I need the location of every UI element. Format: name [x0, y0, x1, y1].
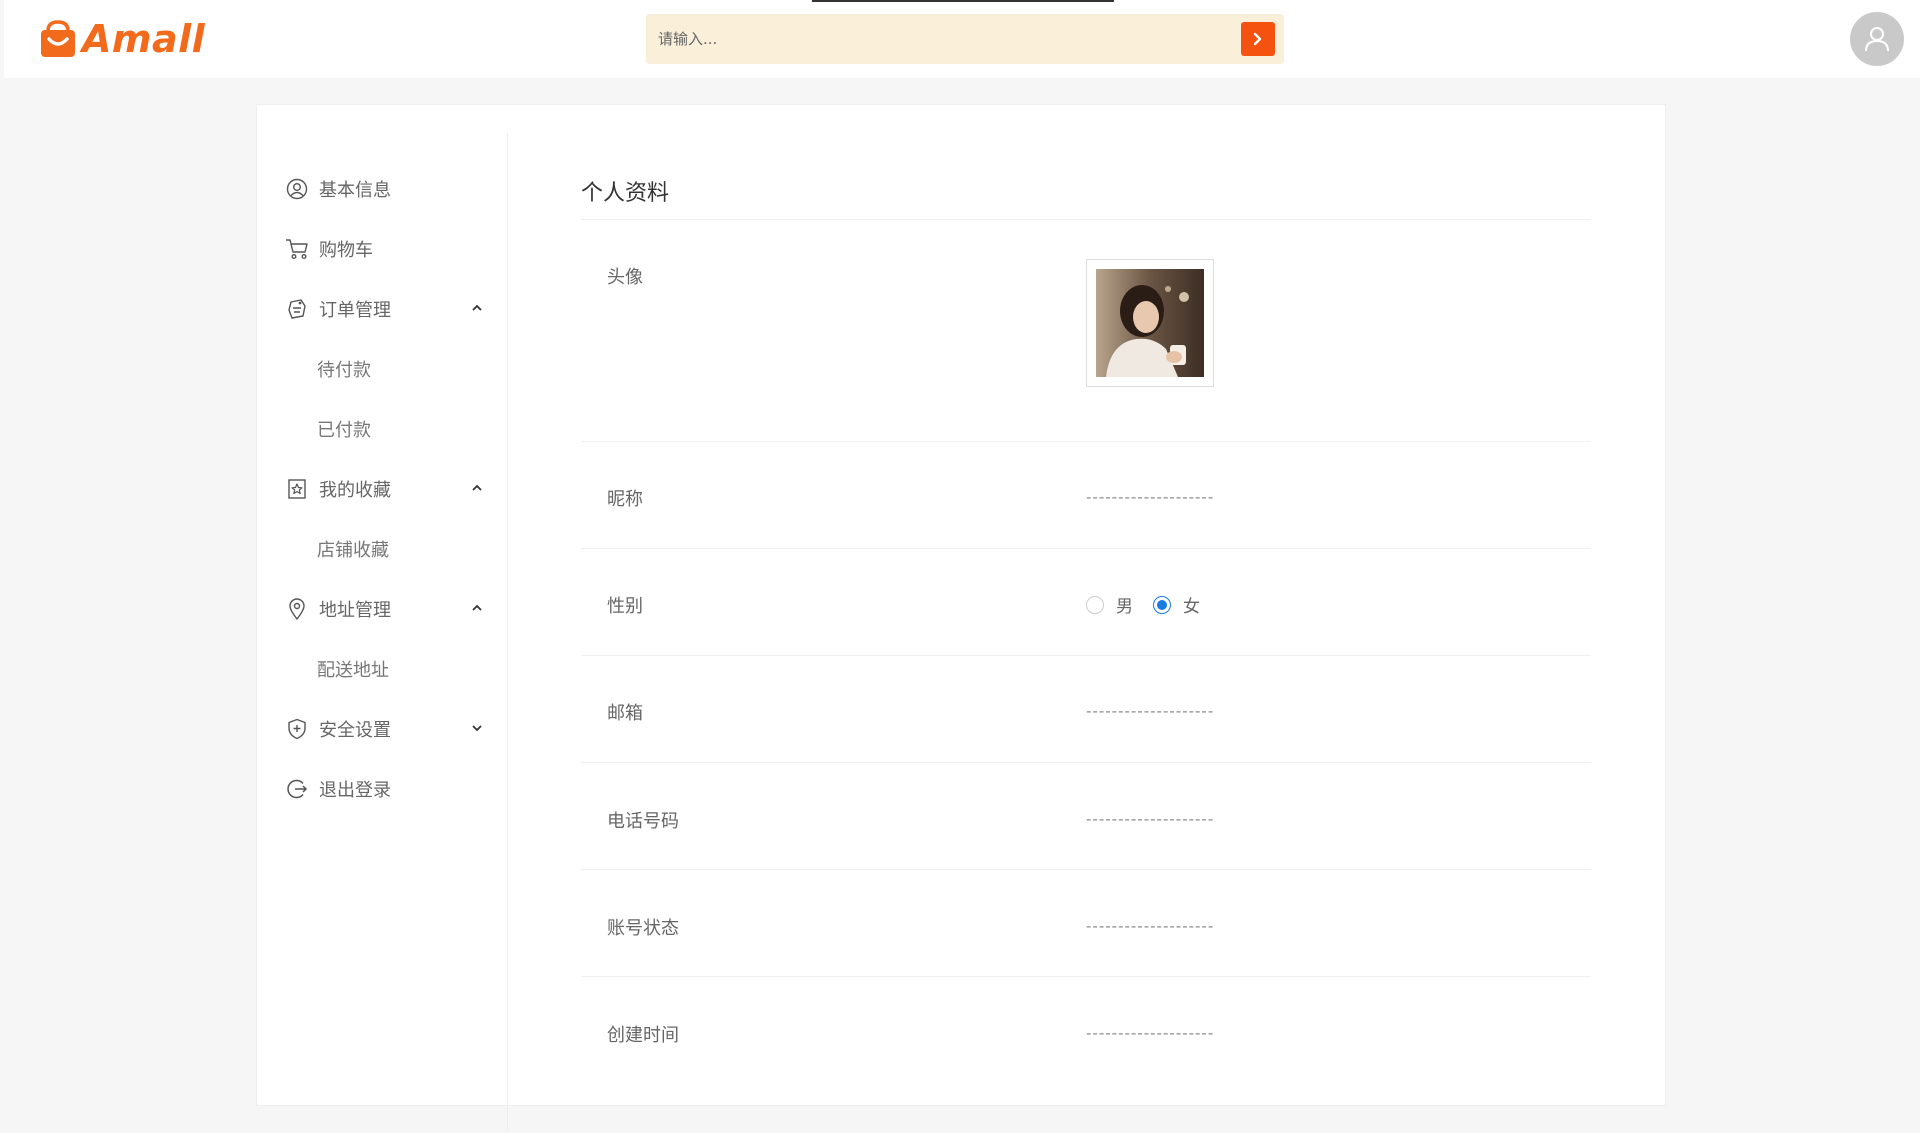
profile-photo [1096, 269, 1204, 377]
avatar-label: 头像 [607, 267, 643, 288]
divider [581, 762, 1591, 763]
sidebar-item-label: 退出登录 [319, 780, 391, 801]
location-pin-icon [285, 597, 309, 621]
chevron-down-icon [472, 725, 482, 732]
sidebar-item-label: 我的收藏 [319, 480, 391, 501]
logo[interactable]: Amall [38, 17, 205, 61]
shield-icon [285, 717, 309, 741]
user-circle-icon [285, 177, 309, 201]
gender-label: 性别 [607, 596, 643, 617]
phone-value: -------------------- [1086, 810, 1215, 828]
radio-unchecked-icon [1086, 595, 1104, 614]
nickname-label: 昵称 [607, 489, 643, 510]
divider [581, 548, 1591, 549]
sidebar-item-label: 安全设置 [319, 720, 391, 741]
chevron-up-icon [472, 484, 482, 491]
avatar-upload[interactable] [1086, 259, 1214, 387]
sidebar-item-favorites[interactable]: 我的收藏 [285, 469, 485, 509]
page-title: 个人资料 [581, 181, 670, 206]
top-divider [812, 0, 1114, 2]
divider [581, 219, 1591, 220]
gender-male-radio[interactable]: 男 [1086, 592, 1133, 617]
sidebar-item-logout[interactable]: 退出登录 [285, 769, 485, 809]
search-input[interactable] [646, 14, 1226, 64]
order-icon [285, 297, 309, 321]
divider [581, 441, 1591, 442]
top-navbar: Amall [4, 0, 1920, 78]
account-status-label: 账号状态 [607, 918, 679, 939]
sidebar-item-basic-info[interactable]: 基本信息 [285, 169, 485, 209]
radio-checked-icon [1153, 595, 1171, 614]
search-button[interactable] [1241, 22, 1275, 56]
user-icon [1865, 27, 1889, 52]
sidebar-subitem-shop-favorites[interactable]: 店铺收藏 [317, 529, 477, 569]
sidebar-item-label: 购物车 [319, 240, 373, 261]
sidebar-item-cart[interactable]: 购物车 [285, 229, 485, 269]
created-time-value: -------------------- [1086, 1024, 1215, 1042]
sidebar-item-label: 基本信息 [319, 180, 391, 201]
email-label: 邮箱 [607, 703, 643, 724]
account-card: 基本信息 购物车 订单管理 待付款 已付款 我的收藏 店铺收藏 地址管理 配送地… [256, 104, 1666, 1133]
chevron-right-icon [1253, 32, 1262, 46]
logo-text: Amall [82, 17, 206, 61]
chevron-up-icon [472, 304, 482, 311]
sidebar-subitem-pending-payment[interactable]: 待付款 [317, 349, 477, 389]
sidebar-item-address[interactable]: 地址管理 [285, 589, 485, 629]
search-bar [646, 14, 1284, 64]
radio-label: 男 [1116, 597, 1133, 617]
created-time-label: 创建时间 [607, 1025, 679, 1046]
sidebar-subitem-paid[interactable]: 已付款 [317, 409, 477, 449]
radio-label: 女 [1183, 597, 1200, 617]
sidebar-item-orders[interactable]: 订单管理 [285, 289, 485, 329]
gender-radio-group: 男 女 [1086, 592, 1220, 617]
divider [581, 655, 1591, 656]
chevron-up-icon [472, 604, 482, 611]
nickname-value: -------------------- [1086, 488, 1215, 506]
divider [581, 869, 1591, 870]
logout-icon [285, 777, 309, 801]
user-avatar-button[interactable] [1850, 12, 1904, 66]
divider [581, 976, 1591, 977]
gender-female-radio[interactable]: 女 [1153, 592, 1200, 617]
shopping-bag-icon [41, 20, 75, 57]
cart-icon [285, 237, 309, 261]
phone-label: 电话号码 [607, 811, 679, 832]
account-status-value: -------------------- [1086, 917, 1215, 935]
sidebar: 基本信息 购物车 订单管理 待付款 已付款 我的收藏 店铺收藏 地址管理 配送地… [257, 133, 508, 1133]
sidebar-item-label: 订单管理 [319, 300, 391, 321]
sidebar-subitem-delivery-address[interactable]: 配送地址 [317, 649, 477, 689]
bookmark-star-icon [285, 477, 309, 501]
email-value: -------------------- [1086, 702, 1215, 720]
sidebar-item-security[interactable]: 安全设置 [285, 709, 485, 749]
sidebar-item-label: 地址管理 [319, 600, 391, 621]
